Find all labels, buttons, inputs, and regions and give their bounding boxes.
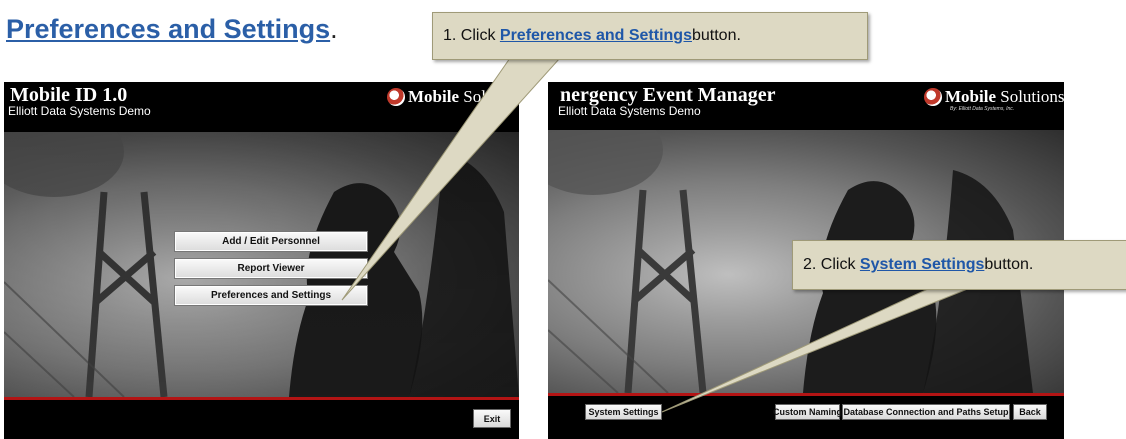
callout-pointers xyxy=(341,57,971,413)
step-1-callout: 1. Click Preferences and Settings button… xyxy=(432,12,868,60)
step-2-callout: 2. Click System Settings button. xyxy=(792,240,1126,290)
callout-2-suffix: button. xyxy=(984,256,1034,273)
callout-2-prefix: 2. Click xyxy=(803,256,856,273)
callout-1-prefix: 1. Click xyxy=(443,27,496,44)
callout-1-suffix: button. xyxy=(691,27,741,44)
callout-2-keyword: System Settings xyxy=(859,256,985,273)
callout-2-pointer xyxy=(661,287,971,413)
callout-1-pointer xyxy=(341,57,562,301)
callout-1-keyword: Preferences and Settings xyxy=(499,27,692,44)
